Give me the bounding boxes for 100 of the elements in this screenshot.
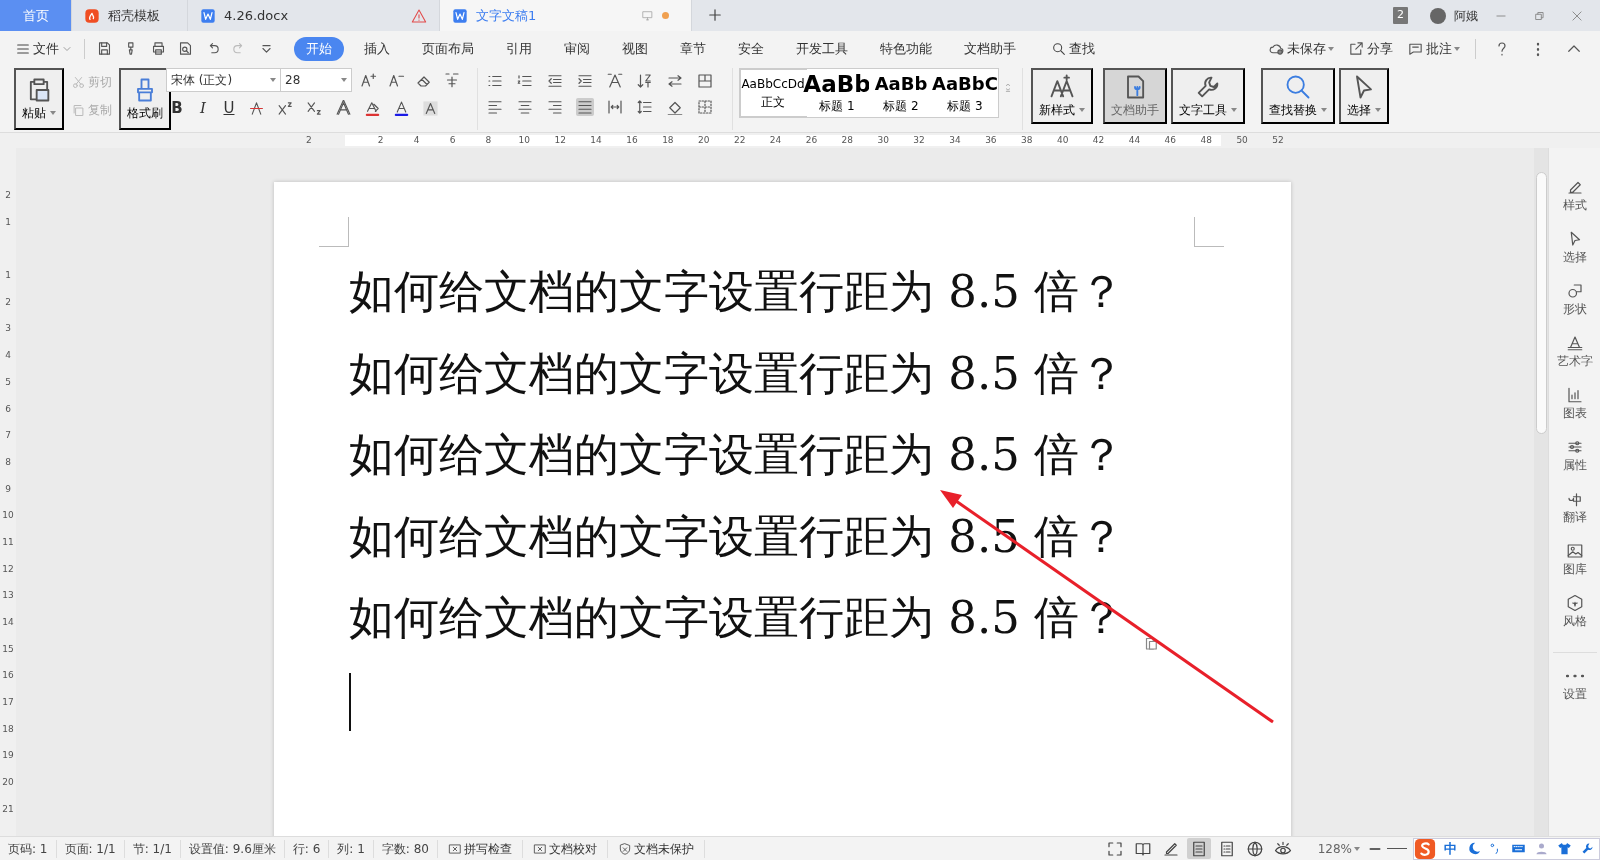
ribbon-tab[interactable]: 插入	[352, 36, 402, 61]
ribbon-tab[interactable]: 开发工具	[784, 36, 860, 61]
tool-button[interactable]: 新样式	[1031, 68, 1093, 124]
format-button[interactable]: U	[218, 96, 240, 121]
search-icon	[1051, 40, 1067, 57]
toolbar-button[interactable]: 未保存	[1265, 37, 1337, 60]
sidebar-item[interactable]: 属性	[1562, 432, 1587, 484]
align-right-icon[interactable]	[546, 98, 564, 116]
font-size-field[interactable]: 28	[280, 68, 352, 92]
grow-font-icon[interactable]	[359, 71, 377, 89]
add-icon[interactable]	[706, 6, 724, 24]
window-count-badge[interactable]: 2	[1393, 7, 1408, 24]
toolbar-button[interactable]: 分享	[1345, 37, 1396, 60]
table-icon[interactable]	[696, 72, 714, 90]
sidebar-item[interactable]: 图库	[1562, 536, 1587, 588]
format-button[interactable]: I	[192, 96, 214, 121]
ruler-number: 44	[1127, 134, 1142, 147]
sidebar-item[interactable]: 设置	[1562, 661, 1587, 713]
subscript-icon[interactable]	[306, 99, 323, 117]
proofread-icon	[532, 841, 547, 856]
shield-icon	[617, 841, 632, 856]
print-icon[interactable]	[150, 40, 167, 57]
character-shading-icon[interactable]	[422, 99, 439, 117]
view-button[interactable]	[1186, 838, 1211, 859]
avatar[interactable]	[1430, 7, 1446, 24]
caret-icon	[1079, 108, 1085, 112]
translate-icon	[1565, 490, 1584, 508]
close-icon[interactable]	[1570, 8, 1584, 23]
ribbon-tab[interactable]: 文档助手	[952, 36, 1028, 61]
justify-icon[interactable]	[576, 98, 594, 116]
tool-button[interactable]: 选择	[1339, 68, 1389, 124]
ruler-number: 2	[4, 189, 12, 202]
ruler-number: 24	[768, 134, 783, 147]
ribbon-tab[interactable]: 视图	[610, 36, 660, 61]
tool-button[interactable]: 查找替换	[1261, 68, 1335, 124]
tool-button[interactable]: 文档助手	[1103, 68, 1167, 124]
zoom-dropdown[interactable]: 128%	[1314, 838, 1363, 859]
art-text-icon	[1565, 334, 1584, 352]
picture-icon	[1565, 542, 1584, 560]
ruler-number: 2	[305, 134, 313, 147]
wrench-icon[interactable]	[1580, 841, 1595, 856]
ribbon-tab[interactable]: 开始	[294, 36, 344, 61]
scrollbar-thumb[interactable]	[1535, 172, 1547, 434]
ribbon-tab[interactable]: 章节	[668, 36, 718, 61]
sidebar-item[interactable]: 图表	[1562, 380, 1587, 432]
status-text: 列: 1	[329, 839, 374, 858]
file-menu[interactable]: 文件	[12, 37, 76, 60]
document-tab[interactable]: 文字文稿1	[440, 0, 692, 31]
tool-button[interactable]: 文字工具	[1171, 68, 1245, 124]
ruler-number: 20	[697, 134, 711, 147]
ruler-number: 52	[1271, 134, 1285, 147]
ruler-number: 12	[553, 134, 567, 147]
line-spacing-icon[interactable]	[636, 98, 654, 116]
font-color-icon[interactable]	[393, 99, 410, 117]
format-painter[interactable]: 格式刷	[119, 68, 171, 130]
decrease-indent-icon[interactable]	[546, 72, 564, 90]
status-button[interactable]: 文档校对	[522, 839, 608, 858]
font-name-field[interactable]: 宋体 (正文)	[166, 68, 281, 92]
ribbon-tab[interactable]: 安全	[726, 36, 776, 61]
sort-icon[interactable]	[636, 72, 654, 90]
sidebar-item[interactable]: 风格	[1562, 588, 1587, 640]
document-tab[interactable]: 4.26.docx	[188, 0, 440, 31]
sidebar-item[interactable]: 翻译	[1562, 484, 1587, 536]
status-button[interactable]: 拼写检查	[437, 839, 523, 858]
ribbon-tab[interactable]: 页面布局	[410, 36, 486, 61]
document-tab[interactable]: 稻壳模板	[72, 0, 188, 31]
sidebar-item[interactable]: 样式	[1562, 172, 1587, 224]
print-preview-icon[interactable]	[177, 40, 194, 57]
text-direction-icon[interactable]	[606, 72, 624, 90]
user-name[interactable]: 阿娥	[1454, 6, 1478, 25]
ribbon-tab[interactable]: 引用	[494, 36, 544, 61]
strikethrough-icon[interactable]	[248, 99, 265, 117]
ruler-number: 40	[1055, 134, 1070, 147]
sidebar-item[interactable]: 艺术字	[1556, 328, 1593, 380]
toolbar-button[interactable]: 批注	[1404, 37, 1463, 60]
shapes-icon	[1565, 282, 1584, 300]
pinyin-icon[interactable]	[443, 71, 461, 89]
ruler-number: 10	[517, 134, 531, 147]
ruler-number: 19	[1, 749, 15, 763]
text-effect-icon[interactable]	[335, 99, 352, 117]
ime-toolbar[interactable]: 中	[1413, 837, 1600, 860]
ribbon-tab[interactable]: 特色功能	[868, 36, 944, 61]
style-preset[interactable]: AaBb 标题 1	[805, 70, 869, 116]
status-button[interactable]: 文档未保护	[607, 839, 705, 858]
increase-indent-icon[interactable]	[576, 72, 594, 90]
ribbon-tab[interactable]: 审阅	[552, 36, 602, 61]
sidebar-item[interactable]: 形状	[1562, 276, 1587, 328]
shirt-icon[interactable]	[1557, 841, 1572, 856]
align-left-icon[interactable]	[486, 98, 504, 116]
border-icon[interactable]	[696, 98, 714, 116]
highlight-icon[interactable]	[364, 99, 381, 117]
sidebar-item[interactable]: 选择	[1562, 224, 1587, 276]
tab-stops-icon[interactable]	[666, 72, 684, 90]
save-icon[interactable]	[96, 40, 113, 57]
paste[interactable]: 粘贴	[14, 68, 64, 130]
distribute-icon[interactable]	[606, 98, 624, 116]
align-center-icon[interactable]	[516, 98, 534, 116]
superscript-icon[interactable]	[277, 99, 294, 117]
input-mode[interactable]: 中	[1444, 838, 1457, 859]
search-button[interactable]: 查找	[1048, 37, 1098, 60]
